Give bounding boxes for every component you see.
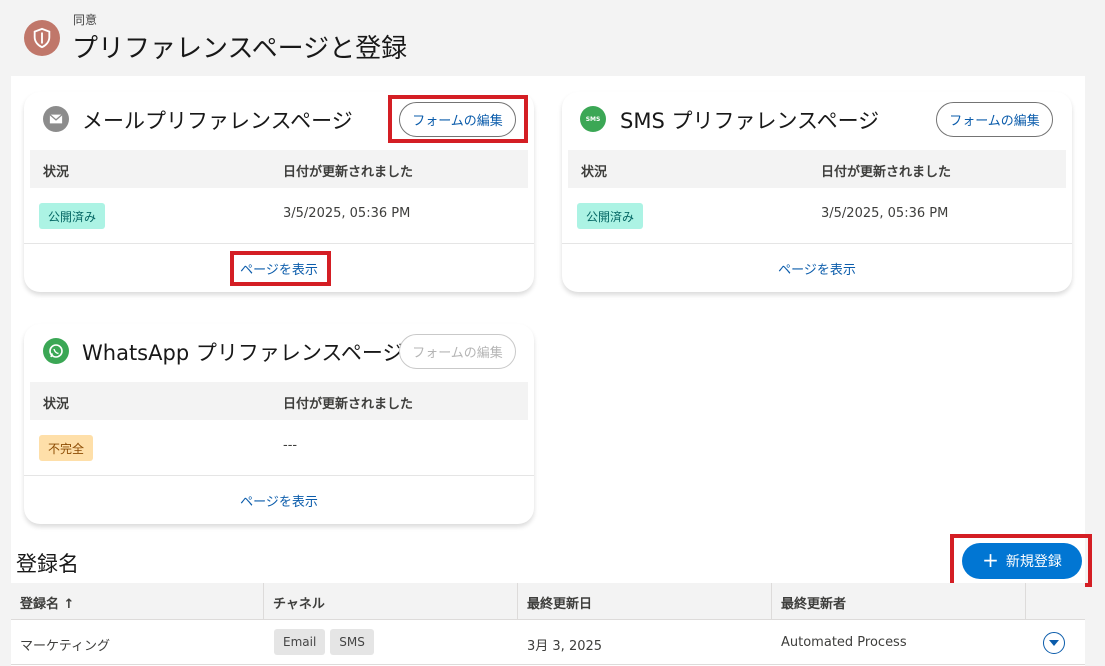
shield-icon bbox=[24, 20, 60, 56]
col-last-modified-by[interactable]: 最終更新者 bbox=[772, 583, 1026, 620]
whatsapp-table-row: 不完全 --- bbox=[30, 420, 528, 475]
email-card-title: メールプリファレンスページ bbox=[82, 109, 353, 133]
col-channel[interactable]: チャネル bbox=[264, 583, 518, 620]
whatsapp-view-page-link[interactable]: ページを表示 bbox=[24, 475, 534, 524]
plus-icon: + bbox=[982, 548, 999, 572]
status-badge: 不完全 bbox=[39, 435, 94, 461]
table-row: マーケティング Email SMS 3月 3, 2025 Automated Pr… bbox=[11, 620, 1085, 665]
email-table-header: 状況 日付が更新されました bbox=[30, 150, 528, 188]
page-title: プリファレンスページと登録 bbox=[72, 34, 408, 64]
new-registration-label: 新規登録 bbox=[1005, 554, 1062, 570]
sms-edit-form-button[interactable]: フォームの編集 bbox=[936, 102, 1053, 137]
col-status: 状況 bbox=[43, 397, 70, 412]
sms-preference-card: SMS SMS プリファレンスページ フォームの編集 状況 日付が更新されました… bbox=[562, 92, 1072, 292]
sms-icon-text: SMS bbox=[585, 115, 601, 123]
envelope-icon bbox=[43, 106, 69, 132]
highlight-view-page bbox=[230, 251, 331, 286]
row-actions-button[interactable] bbox=[1043, 632, 1065, 654]
chevron-down-icon bbox=[1049, 640, 1059, 646]
whatsapp-card-title: WhatsApp プリファレンスページ bbox=[82, 341, 404, 365]
registration-name[interactable]: マーケティング bbox=[20, 635, 110, 654]
date-updated: 3/5/2025, 05:36 PM bbox=[283, 206, 411, 221]
last-modified-by: Automated Process bbox=[781, 635, 907, 650]
whatsapp-preference-card: WhatsApp プリファレンスページ フォームの編集 状況 日付が更新されまし… bbox=[24, 324, 534, 524]
email-table-row: 公開済み 3/5/2025, 05:36 PM bbox=[30, 188, 528, 243]
date-updated: --- bbox=[283, 438, 298, 453]
col-actions bbox=[1026, 583, 1085, 620]
status-badge: 公開済み bbox=[39, 203, 106, 229]
whatsapp-table-header: 状況 日付が更新されました bbox=[30, 382, 528, 420]
registrations-title: 登録名 bbox=[16, 552, 79, 576]
col-date-updated: 日付が更新されました bbox=[821, 165, 952, 180]
whatsapp-icon bbox=[43, 338, 69, 364]
col-date-updated: 日付が更新されました bbox=[283, 165, 414, 180]
channel-chip: SMS bbox=[330, 629, 374, 655]
col-last-modified-date[interactable]: 最終更新日 bbox=[518, 583, 772, 620]
channel-chip: Email bbox=[274, 629, 326, 655]
col-date-updated: 日付が更新されました bbox=[283, 397, 414, 412]
channel-chips: Email SMS bbox=[274, 629, 379, 655]
col-registration-name[interactable]: 登録名 ↑ bbox=[11, 583, 264, 620]
sms-table-header: 状況 日付が更新されました bbox=[568, 150, 1066, 188]
sms-view-page-link[interactable]: ページを表示 bbox=[562, 243, 1072, 292]
sms-card-title: SMS プリファレンスページ bbox=[620, 109, 880, 133]
status-badge: 公開済み bbox=[577, 203, 644, 229]
sms-icon: SMS bbox=[580, 106, 606, 132]
highlight-edit-form bbox=[388, 95, 528, 143]
whatsapp-edit-form-button[interactable]: フォームの編集 bbox=[399, 334, 516, 369]
page-header: 同意 プリファレンスページと登録 bbox=[0, 0, 1105, 76]
date-updated: 3/5/2025, 05:36 PM bbox=[821, 206, 949, 221]
page-eyebrow: 同意 bbox=[73, 13, 98, 27]
new-registration-button[interactable]: + 新規登録 bbox=[962, 543, 1082, 579]
col-status: 状況 bbox=[43, 165, 70, 180]
registrations-table: 登録名 ↑ チャネル 最終更新日 最終更新者 マーケティング Email SMS … bbox=[11, 583, 1085, 666]
sms-table-row: 公開済み 3/5/2025, 05:36 PM bbox=[568, 188, 1066, 243]
col-status: 状況 bbox=[581, 165, 608, 180]
last-modified-date: 3月 3, 2025 bbox=[527, 639, 603, 654]
